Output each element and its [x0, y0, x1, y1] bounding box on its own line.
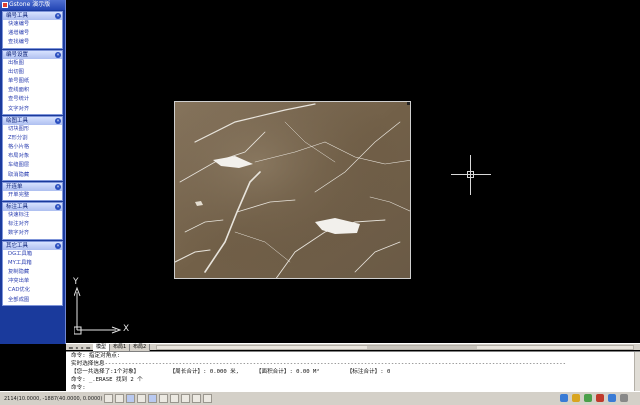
tab-model[interactable]: 模型	[93, 344, 111, 351]
palette-item[interactable]: 全部成图	[3, 296, 62, 305]
palette-item[interactable]: MY工具箱	[3, 259, 62, 268]
palette-item[interactable]: 文字对齐	[3, 105, 62, 114]
lwt-toggle-button[interactable]	[192, 394, 201, 403]
tray-icon[interactable]	[620, 394, 628, 402]
tab-nav-last[interactable]: ▸▸	[86, 345, 91, 350]
image-grip[interactable]	[407, 102, 410, 105]
palette-group-title: 开连单	[6, 183, 23, 190]
tab-nav-next[interactable]: ▸	[80, 345, 85, 350]
palette-group: 绘图工具 «切块图形 Z形分割 格小片格 布局对象 车缝图层 取消隐藏	[2, 115, 63, 181]
snap-toggle-button[interactable]	[104, 394, 113, 403]
command-line: 命令: 指定对角点:	[71, 353, 121, 359]
palette-group-header[interactable]: 绘图工具 «	[3, 116, 62, 125]
palette-group-title: 绘图工具	[6, 117, 29, 124]
palette-group-header[interactable]: 标注工具 «	[3, 203, 62, 211]
palette-item[interactable]: 查号统计	[3, 95, 62, 104]
palette-group: 编号设置 «出板图 出切图 单号图纸 查线面积 查号统计 文字对齐	[2, 49, 63, 115]
palette-group-header[interactable]: 其它工具 «	[3, 241, 62, 250]
palette-item[interactable]: 开单完整	[3, 191, 62, 200]
tab-nav-prev[interactable]: ◂	[74, 345, 79, 350]
grid-toggle-button[interactable]	[115, 394, 124, 403]
palette-item[interactable]: 标注对齐	[3, 220, 62, 229]
tray-icon[interactable]	[572, 394, 580, 402]
palette-item[interactable]: 布局对象	[3, 152, 62, 161]
command-scrollbar[interactable]	[634, 352, 640, 392]
palette-group-title: 编号工具	[6, 13, 29, 19]
scrollbar-thumb[interactable]	[367, 346, 477, 349]
palette-item[interactable]: 出板图	[3, 59, 62, 68]
palette-item[interactable]: DG工具箱	[3, 250, 62, 259]
palette-group-title: 编号设置	[6, 51, 29, 58]
palette-group-header[interactable]: 开连单 «	[3, 182, 62, 191]
palette-group-header[interactable]: 编号设置 «	[3, 50, 62, 59]
palette-item[interactable]: 快速标注	[3, 211, 62, 220]
palette-item[interactable]: 冲突出单	[3, 277, 62, 286]
command-line: 【您一共选择了:1个对象】 【周长合计】: 0.000 米, 【面积合计】: 0…	[71, 369, 391, 375]
tray-icon[interactable]	[596, 394, 604, 402]
palette-group-header[interactable]: 编号工具 «	[3, 12, 62, 20]
ducs-toggle-button[interactable]	[170, 394, 179, 403]
palette-group: 标注工具 «快速标注 标注对齐 数字对齐	[2, 202, 63, 240]
tool-palette: Gstone 演示版 编号工具 «快速编号 递增编号 查找编号 编号设置 «出板图 出切图单…	[0, 0, 66, 344]
ucs-x-label: X	[123, 324, 130, 334]
command-window[interactable]: 命令: 指定对角点: 实时选择信息-----------------------…	[66, 351, 640, 392]
palette-item[interactable]: 查线面积	[3, 86, 62, 95]
palette-group: 其它工具 «DG工具箱 MY工具箱 复制隐藏 冲突出单 CAD优化 全部成图	[2, 240, 63, 306]
horizontal-scrollbar[interactable]	[156, 345, 634, 350]
palette-item[interactable]: 车缝图层	[3, 161, 62, 170]
palette-item[interactable]: 切块图形	[3, 125, 62, 134]
polar-toggle-button[interactable]	[137, 394, 146, 403]
palette-item[interactable]: 递增编号	[3, 29, 62, 38]
app-icon	[2, 2, 8, 8]
palette-title: Gstone 演示版	[9, 1, 51, 8]
collapse-icon[interactable]: «	[55, 183, 61, 190]
palette-item[interactable]: 快速编号	[3, 20, 62, 29]
tray-icon[interactable]	[584, 394, 592, 402]
palette-item[interactable]: CAD优化	[3, 286, 62, 295]
otrack-toggle-button[interactable]	[159, 394, 168, 403]
dyn-toggle-button[interactable]	[181, 394, 190, 403]
layout-tab-bar: ◂◂ ◂ ▸ ▸▸ 模型 布局1 布局2	[66, 343, 640, 351]
palette-item[interactable]: 格小片格	[3, 143, 62, 152]
collapse-icon[interactable]: «	[55, 51, 61, 58]
tab-layout1[interactable]: 布局1	[110, 344, 131, 351]
status-bar: 2114(10.0000, -1887(40.0000, 0.0000)	[0, 391, 640, 405]
drawing-canvas[interactable]: Y X	[66, 0, 640, 343]
tray-icon[interactable]	[560, 394, 568, 402]
collapse-icon[interactable]: «	[55, 242, 61, 249]
tab-nav-first[interactable]: ◂◂	[68, 345, 73, 350]
palette-item[interactable]: 取消隐藏	[3, 171, 62, 180]
palette-group: 开连单 «开单完整	[2, 181, 63, 201]
palette-item[interactable]: 单号图纸	[3, 77, 62, 86]
ucs-icon: Y X	[73, 277, 134, 338]
model-toggle-button[interactable]	[203, 394, 212, 403]
palette-titlebar[interactable]: Gstone 演示版	[0, 0, 65, 10]
tray-icon[interactable]	[608, 394, 616, 402]
palette-group: 编号工具 «快速编号 递增编号 查找编号	[2, 11, 63, 49]
osnap-toggle-button[interactable]	[148, 394, 157, 403]
palette-groups: 编号工具 «快速编号 递增编号 查找编号 编号设置 «出板图 出切图 单号图纸 查线面积 查号统计…	[0, 11, 65, 306]
raster-image-marble[interactable]	[174, 101, 411, 279]
ortho-toggle-button[interactable]	[126, 394, 135, 403]
palette-item[interactable]: 查找编号	[3, 38, 62, 47]
palette-group-title: 其它工具	[6, 242, 29, 249]
palette-group-title: 标注工具	[6, 204, 29, 210]
ucs-y-label: Y	[73, 277, 79, 287]
palette-item[interactable]: Z形分割	[3, 134, 62, 143]
palette-item[interactable]: 复制隐藏	[3, 268, 62, 277]
palette-item[interactable]: 数字对齐	[3, 229, 62, 238]
collapse-icon[interactable]: «	[55, 204, 61, 210]
marble-texture-image	[175, 102, 410, 278]
command-line: 实时选择信息----------------------------------…	[71, 361, 566, 367]
tab-layout2[interactable]: 布局2	[130, 344, 151, 351]
collapse-icon[interactable]: «	[55, 117, 61, 124]
coordinate-readout: 2114(10.0000, -1887(40.0000, 0.0000)	[4, 396, 103, 402]
command-line: 命令: _.ERASE 找到 2 个	[71, 377, 143, 383]
pickbox	[467, 171, 474, 178]
palette-item[interactable]: 出切图	[3, 68, 62, 77]
collapse-icon[interactable]: «	[55, 13, 61, 19]
